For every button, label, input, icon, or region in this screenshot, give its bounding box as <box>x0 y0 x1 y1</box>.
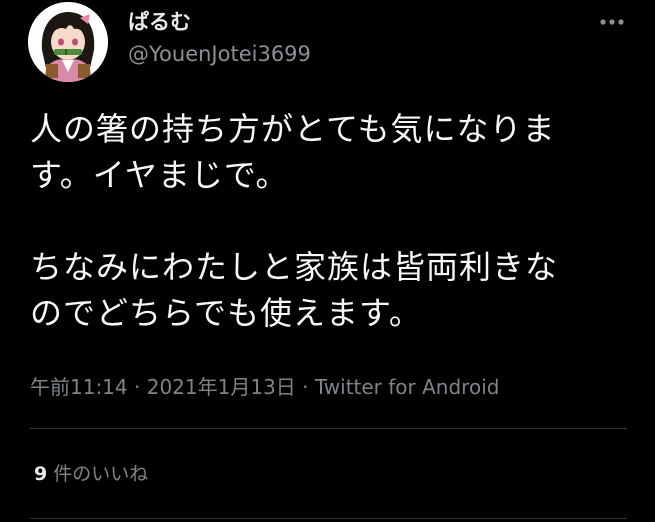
tweet-source-link[interactable]: Twitter for Android <box>315 375 500 399</box>
divider <box>30 428 627 429</box>
divider <box>30 518 627 519</box>
tweet-detail: ぱるむ @YouenJotei3699 人の箸の持ち方がとても気になりま す。イ… <box>0 0 655 522</box>
likes-label: 件のいいね <box>53 463 149 485</box>
tweet-text: 人の箸の持ち方がとても気になりま す。イヤまじで。 ちなみにわたしと家族は皆両利… <box>30 106 630 336</box>
meta-separator: · <box>302 375 309 399</box>
more-options-icon <box>600 19 624 25</box>
likes-count: 9 <box>34 463 48 485</box>
tweet-paragraph: 人の箸の持ち方がとても気になりま す。イヤまじで。 <box>30 110 556 194</box>
tweet-date[interactable]: 2021年1月13日 <box>147 375 296 399</box>
tweet-paragraph: ちなみにわたしと家族は皆両利きな のでどちらでも使えます。 <box>30 248 559 332</box>
author-handle[interactable]: @YouenJotei3699 <box>128 42 311 66</box>
avatar[interactable] <box>28 2 108 82</box>
more-options-button[interactable] <box>596 12 630 32</box>
meta-separator: · <box>134 375 141 399</box>
tweet-time[interactable]: 午前11:14 <box>30 375 128 399</box>
anime-character-avatar-icon <box>28 2 108 82</box>
likes-link[interactable]: 9 件のいいね <box>34 459 148 486</box>
author-display-name[interactable]: ぱるむ <box>128 6 191 36</box>
tweet-metadata: 午前11:14 · 2021年1月13日 · Twitter for Andro… <box>30 371 499 400</box>
